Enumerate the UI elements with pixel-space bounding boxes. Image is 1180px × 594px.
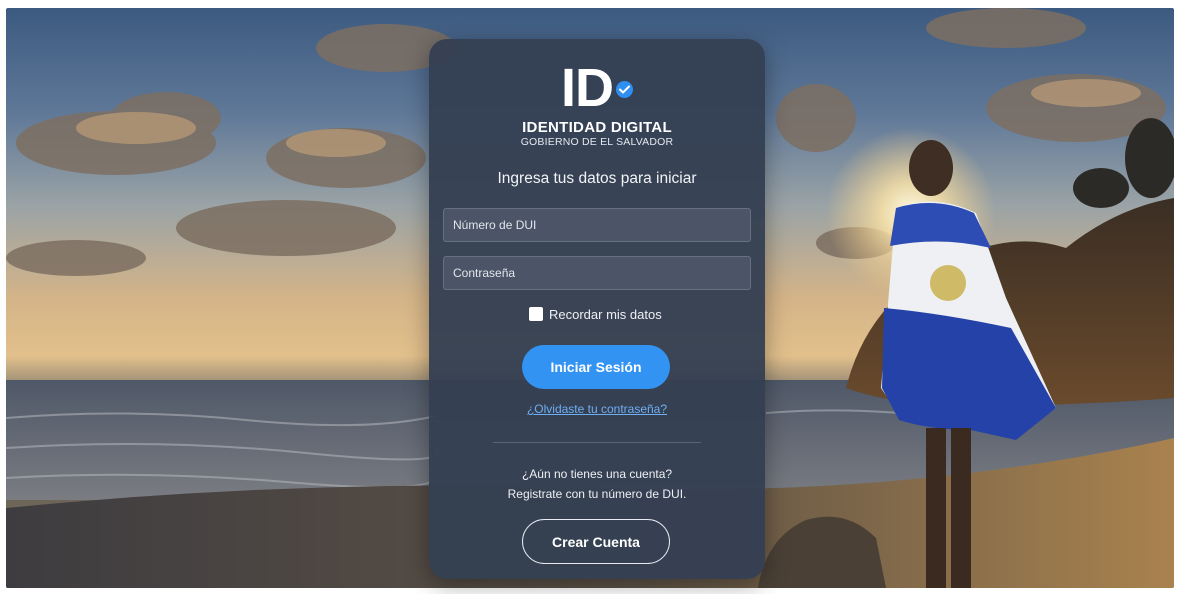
dui-input[interactable] [443,208,751,242]
remember-checkbox[interactable] [529,307,543,321]
divider [493,442,701,443]
create-account-button[interactable]: Crear Cuenta [522,519,670,564]
password-input[interactable] [443,256,751,290]
login-card: ID IDENTIDAD DIGITAL GOBIERNO DE EL SALV… [429,39,765,579]
brand-title: IDENTIDAD DIGITAL [522,119,672,136]
brand-subtitle: GOBIERNO DE EL SALVADOR [520,136,674,148]
verified-check-icon [616,81,633,98]
remember-label: Recordar mis datos [549,306,662,322]
register-hint: Registrate con tu número de DUI. [507,487,687,501]
forgot-password-link[interactable]: ¿Olvidaste tu contraseña? [429,402,765,416]
login-headline: Ingresa tus datos para iniciar [497,170,697,187]
remember-me[interactable]: Recordar mis datos [529,306,662,322]
no-account-text: ¿Aún no tienes una cuenta? [521,467,673,481]
identidad-digital-logo: ID [429,61,765,115]
logo-text: ID [561,58,614,118]
login-button[interactable]: Iniciar Sesión [522,345,670,389]
